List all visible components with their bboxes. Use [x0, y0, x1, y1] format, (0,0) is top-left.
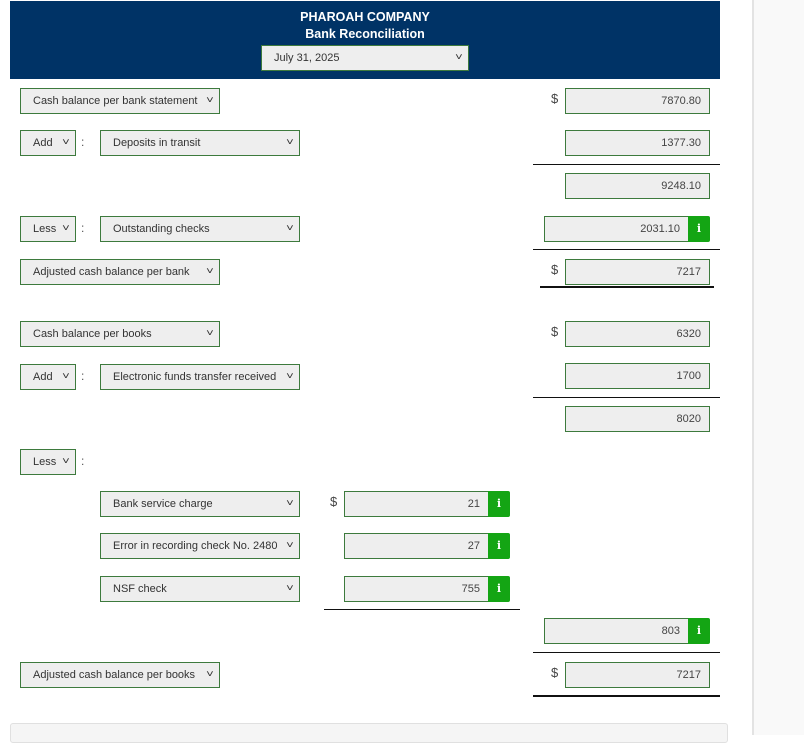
books-subtotal-input[interactable]: 8020 [565, 406, 710, 432]
less-item-amount-input[interactable]: 21 [344, 491, 489, 517]
bank-start-label: Cash balance per bank statement [33, 95, 198, 107]
dollar-sign: $ [330, 494, 338, 509]
date-select-value: July 31, 2025 [274, 52, 340, 64]
chevron-down-icon: ˅ [286, 223, 294, 234]
date-select[interactable]: July 31, 2025 ˅ [261, 45, 469, 71]
chevron-down-icon: ˅ [286, 583, 294, 594]
chevron-down-icon: ˅ [286, 498, 294, 509]
subtotal-rule [533, 652, 720, 653]
bank-add-item-select[interactable]: Deposits in transit ˅ [100, 130, 300, 156]
bank-less-amount-input[interactable]: 2031.10 [544, 216, 689, 242]
books-start-select[interactable]: Cash balance per books ˅ [20, 321, 220, 347]
less-item-label: Bank service charge [113, 498, 213, 510]
bank-less-op-label: Less [33, 223, 57, 235]
subtotal-rule [533, 397, 720, 398]
less-item-amount-input[interactable]: 27 [344, 533, 489, 559]
chevron-down-icon: ˅ [206, 266, 214, 277]
dollar-sign: $ [551, 665, 559, 680]
less-item-label: Error in recording check No. 2480 [113, 540, 278, 552]
books-less-total-input[interactable]: 803 [544, 618, 689, 644]
bank-add-op-select[interactable]: Add ˅ [20, 130, 76, 156]
chevron-down-icon: ˅ [206, 328, 214, 339]
chevron-down-icon: ˅ [206, 669, 214, 680]
chevron-down-icon: ˅ [455, 52, 463, 63]
info-icon[interactable]: i [688, 618, 710, 644]
bank-add-amount-input[interactable]: 1377.30 [565, 130, 710, 156]
reconciliation-header: PHAROAH COMPANY Bank Reconciliation July… [10, 1, 720, 79]
right-side-panel [752, 0, 804, 735]
books-add-op-label: Add [33, 371, 53, 383]
books-start-amount-input[interactable]: 6320 [565, 321, 710, 347]
bank-start-amount-input[interactable]: 7870.80 [565, 88, 710, 114]
bank-adjusted-amount-input[interactable]: 7217 [565, 259, 710, 285]
dollar-sign: $ [551, 324, 559, 339]
footer-panel [10, 723, 728, 743]
chevron-down-icon: ˅ [286, 137, 294, 148]
books-adjusted-label: Adjusted cash balance per books [33, 669, 196, 681]
books-less-item-select[interactable]: Bank service charge ˅ [100, 491, 300, 517]
books-start-label: Cash balance per books [33, 328, 152, 340]
chevron-down-icon: ˅ [286, 540, 294, 551]
subtotal-rule [324, 609, 520, 610]
books-less-op-select[interactable]: Less ˅ [20, 449, 76, 475]
info-icon[interactable]: i [488, 533, 510, 559]
bank-less-op-select[interactable]: Less ˅ [20, 216, 76, 242]
chevron-down-icon: ˅ [62, 223, 70, 234]
total-double-rule [533, 695, 720, 697]
colon-separator: : [81, 454, 85, 468]
books-less-op-label: Less [33, 456, 57, 468]
statement-title: Bank Reconciliation [305, 27, 425, 41]
chevron-down-icon: ˅ [62, 137, 70, 148]
less-item-amount-input[interactable]: 755 [344, 576, 489, 602]
books-add-amount-input[interactable]: 1700 [565, 363, 710, 389]
bank-adjusted-select[interactable]: Adjusted cash balance per bank ˅ [20, 259, 220, 285]
books-add-item-label: Electronic funds transfer received [113, 371, 277, 383]
books-add-item-select[interactable]: Electronic funds transfer received ˅ [100, 364, 300, 390]
books-adjusted-select[interactable]: Adjusted cash balance per books ˅ [20, 662, 220, 688]
books-less-item-select[interactable]: Error in recording check No. 2480 ˅ [100, 533, 300, 559]
info-icon[interactable]: i [488, 491, 510, 517]
bank-subtotal-input[interactable]: 9248.10 [565, 173, 710, 199]
info-icon[interactable]: i [488, 576, 510, 602]
bank-add-item-label: Deposits in transit [113, 137, 201, 149]
colon-separator: : [81, 221, 85, 235]
total-double-rule [540, 286, 714, 288]
books-adjusted-amount-input[interactable]: 7217 [565, 662, 710, 688]
bank-add-op-label: Add [33, 137, 53, 149]
chevron-down-icon: ˅ [206, 95, 214, 106]
info-icon[interactable]: i [688, 216, 710, 242]
subtotal-rule [533, 249, 720, 250]
bank-start-select[interactable]: Cash balance per bank statement ˅ [20, 88, 220, 114]
chevron-down-icon: ˅ [62, 456, 70, 467]
chevron-down-icon: ˅ [286, 371, 294, 382]
colon-separator: : [81, 135, 85, 149]
bank-less-item-select[interactable]: Outstanding checks ˅ [100, 216, 300, 242]
dollar-sign: $ [551, 262, 559, 277]
company-name: PHAROAH COMPANY [300, 10, 430, 24]
bank-less-item-label: Outstanding checks [113, 223, 210, 235]
chevron-down-icon: ˅ [62, 371, 70, 382]
books-less-item-select[interactable]: NSF check ˅ [100, 576, 300, 602]
dollar-sign: $ [551, 91, 559, 106]
colon-separator: : [81, 369, 85, 383]
less-item-label: NSF check [113, 583, 167, 595]
subtotal-rule [533, 164, 720, 165]
books-add-op-select[interactable]: Add ˅ [20, 364, 76, 390]
bank-adjusted-label: Adjusted cash balance per bank [33, 266, 190, 278]
